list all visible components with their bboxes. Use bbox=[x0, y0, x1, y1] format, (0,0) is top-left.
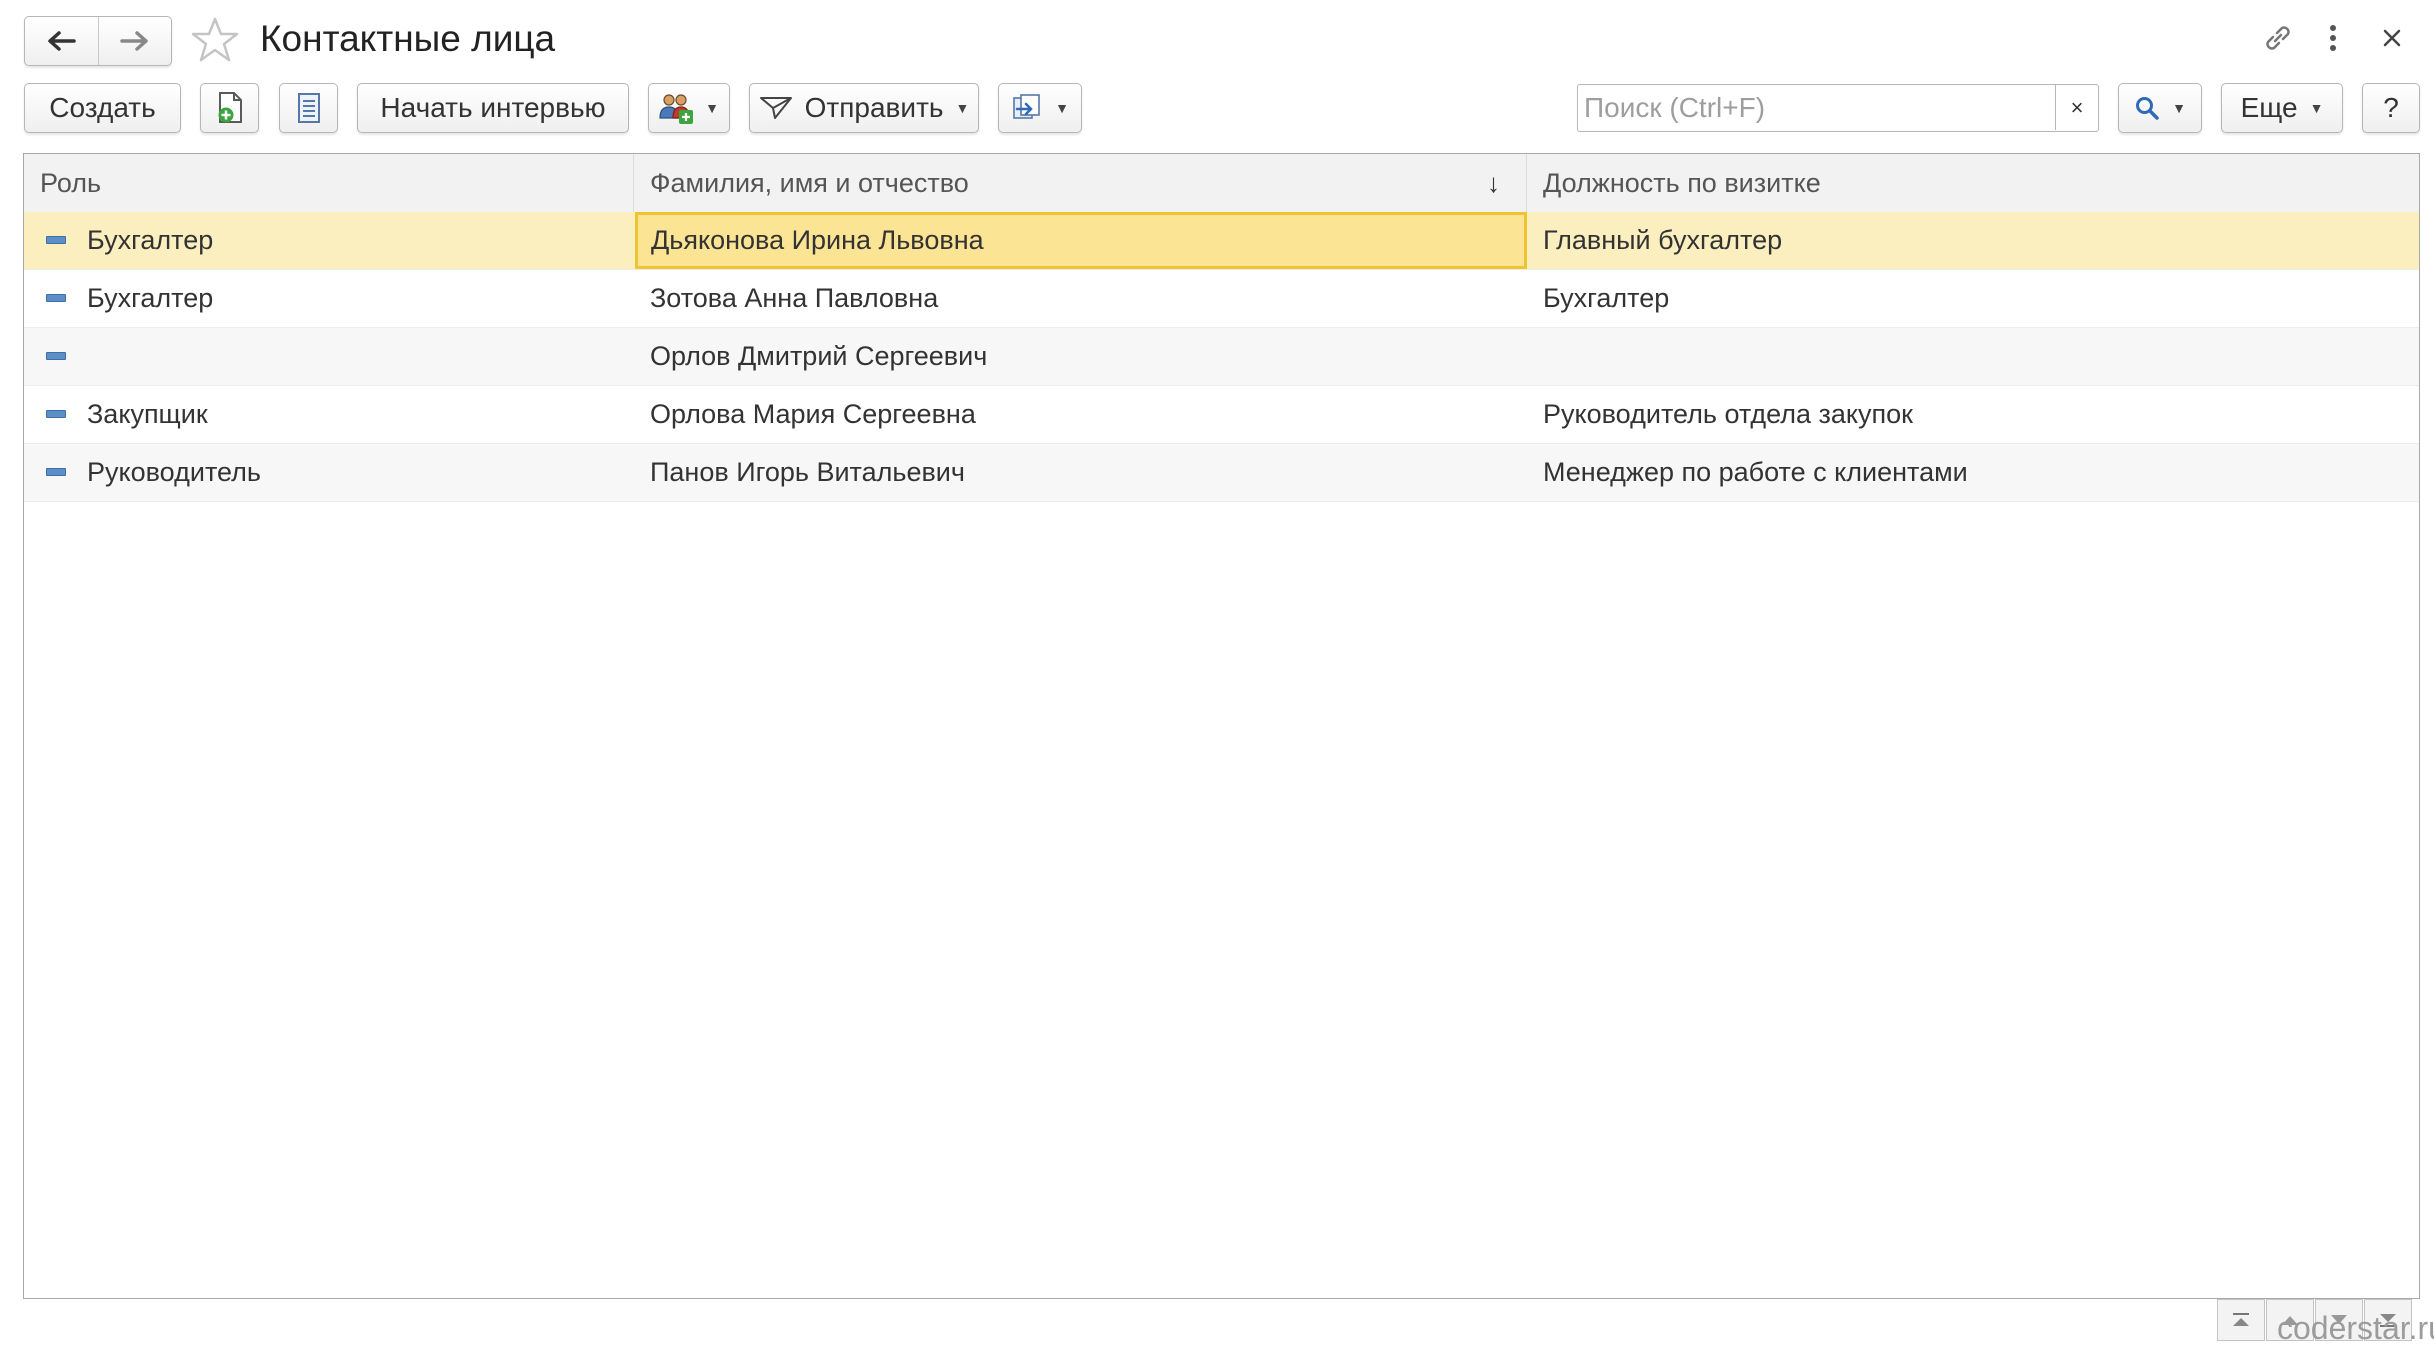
watermark: coderstar.ru bbox=[2277, 1310, 2434, 1346]
help-label: ? bbox=[2383, 92, 2399, 123]
cell-name: Панов Игорь Витальевич bbox=[650, 457, 965, 487]
more-button[interactable]: Еще ▼ bbox=[2221, 83, 2343, 133]
table-row[interactable]: Руководитель Панов Игорь Витальевич Мене… bbox=[24, 444, 2419, 502]
send-label: Отправить bbox=[804, 92, 944, 123]
cell-name[interactable]: Дьяконова Ирина Львовна bbox=[635, 212, 1527, 269]
help-button[interactable]: ? bbox=[2362, 83, 2420, 133]
table-row[interactable]: Орлов Дмитрий Сергеевич bbox=[24, 328, 2419, 386]
contacts-table: Роль Фамилия, имя и отчество ↓ Должность… bbox=[23, 153, 2420, 1299]
star-outline-icon[interactable] bbox=[190, 16, 240, 64]
scroll-to-top-button[interactable] bbox=[2217, 1299, 2265, 1341]
arrow-right-icon bbox=[120, 31, 148, 51]
cell-position: Главный бухгалтер bbox=[1543, 225, 1783, 255]
send-icon bbox=[759, 97, 792, 119]
add-document-icon bbox=[218, 92, 242, 123]
table-row[interactable]: Бухгалтер Дьяконова Ирина Львовна Главны… bbox=[24, 212, 2419, 270]
create-button[interactable]: Создать bbox=[24, 83, 181, 133]
search-box: × bbox=[1577, 84, 2099, 132]
row-marker-icon bbox=[46, 236, 66, 244]
create-button-label: Создать bbox=[49, 92, 156, 123]
row-marker-icon bbox=[46, 294, 66, 302]
close-icon[interactable] bbox=[2382, 28, 2402, 48]
related-documents-button[interactable]: ▼ bbox=[998, 83, 1082, 133]
start-interview-label: Начать интервью bbox=[380, 92, 606, 123]
table-header: Роль Фамилия, имя и отчество ↓ Должность… bbox=[24, 154, 2419, 213]
column-header-position[interactable]: Должность по визитке bbox=[1526, 154, 2419, 212]
search-icon bbox=[2136, 97, 2159, 120]
documents-arrow-icon bbox=[1013, 94, 1040, 119]
cell-name: Орлова Мария Сергеевна bbox=[650, 399, 976, 429]
start-interview-button[interactable]: Начать интервью bbox=[357, 83, 629, 133]
close-icon: × bbox=[2070, 94, 2084, 120]
column-header-name[interactable]: Фамилия, имя и отчество ↓ bbox=[633, 154, 1526, 212]
link-icon[interactable] bbox=[2262, 22, 2294, 54]
chevron-down-icon: ▼ bbox=[2172, 100, 2186, 116]
add-users-icon bbox=[659, 94, 694, 124]
first-page-icon bbox=[2233, 1313, 2249, 1326]
chevron-down-icon: ▼ bbox=[2309, 100, 2324, 116]
cell-role: Закупщик bbox=[87, 399, 208, 429]
search-input[interactable] bbox=[1578, 91, 2046, 125]
table-row[interactable]: Бухгалтер Зотова Анна Павловна Бухгалтер bbox=[24, 270, 2419, 328]
cell-role: Бухгалтер bbox=[87, 283, 214, 313]
cell-position: Руководитель отдела закупок bbox=[1543, 399, 1913, 429]
send-button[interactable]: Отправить ▼ bbox=[749, 83, 979, 133]
chevron-down-icon: ▼ bbox=[705, 100, 719, 116]
cell-role: Руководитель bbox=[87, 457, 261, 487]
row-marker-icon bbox=[46, 410, 66, 418]
forward-button[interactable] bbox=[97, 17, 172, 65]
more-label: Еще bbox=[2240, 92, 2298, 123]
column-header-role[interactable]: Роль bbox=[24, 154, 633, 212]
row-marker-icon bbox=[46, 352, 66, 360]
contacts-menu-button[interactable]: ▼ bbox=[648, 83, 730, 133]
cell-name: Орлов Дмитрий Сергеевич bbox=[650, 341, 988, 371]
list-icon bbox=[297, 93, 320, 123]
cell-name: Зотова Анна Павловна bbox=[650, 283, 939, 313]
arrow-left-icon bbox=[48, 31, 76, 51]
list-view-button[interactable] bbox=[279, 83, 338, 133]
cell-position: Бухгалтер bbox=[1543, 283, 1670, 313]
row-marker-icon bbox=[46, 468, 66, 476]
back-button[interactable] bbox=[25, 17, 98, 65]
chevron-down-icon: ▼ bbox=[955, 100, 970, 116]
create-copy-button[interactable] bbox=[200, 83, 259, 133]
history-nav bbox=[24, 16, 172, 66]
search-options-button[interactable]: ▼ bbox=[2118, 83, 2202, 133]
chevron-down-icon: ▼ bbox=[1055, 100, 1069, 116]
kebab-menu-icon[interactable] bbox=[2326, 22, 2340, 54]
cell-position: Менеджер по работе с клиентами bbox=[1543, 457, 1968, 487]
page-title: Контактные лица bbox=[260, 18, 556, 59]
sort-down-icon: ↓ bbox=[1487, 167, 1500, 198]
table-row[interactable]: Закупщик Орлова Мария Сергеевна Руководи… bbox=[24, 386, 2419, 444]
cell-role: Бухгалтер bbox=[87, 225, 214, 255]
search-clear-button[interactable]: × bbox=[2055, 85, 2098, 130]
